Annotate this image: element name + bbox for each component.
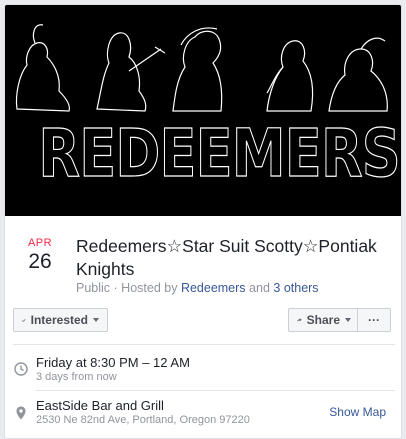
chevron-down-icon xyxy=(345,318,351,322)
map-pin-icon xyxy=(16,406,26,420)
show-map-link[interactable]: Show Map xyxy=(329,405,386,419)
interested-label: Interested xyxy=(30,313,88,327)
more-options-button[interactable]: ··· xyxy=(357,308,391,332)
event-title[interactable]: Redeemers☆Star Suit Scotty☆Pontiak Knigh… xyxy=(76,235,396,281)
hosted-by-text: · Hosted by xyxy=(113,281,178,295)
event-date: APR 26 xyxy=(17,237,63,275)
event-date-day: 26 xyxy=(28,250,52,273)
venue-name[interactable]: EastSide Bar and Grill xyxy=(36,398,164,413)
share-arrow-icon xyxy=(297,318,302,322)
event-privacy: Public xyxy=(76,281,111,295)
checkmark-icon xyxy=(22,318,26,322)
other-hosts-link[interactable]: 3 others xyxy=(273,281,318,295)
clock-icon xyxy=(14,362,28,376)
event-card: REDEEMERS APR 26 Redeemers☆Star Suit Sco… xyxy=(4,4,402,439)
divider xyxy=(13,344,395,345)
event-date-month: APR xyxy=(27,237,53,249)
divider xyxy=(36,390,395,391)
event-time-relative: 3 days from now xyxy=(36,371,117,383)
event-cover-photo[interactable]: REDEEMERS xyxy=(5,5,401,216)
and-text: and xyxy=(249,281,270,295)
share-label: Share xyxy=(306,313,340,327)
event-time: Friday at 8:30 PM – 12 AM xyxy=(36,355,190,370)
interested-button[interactable]: Interested xyxy=(13,308,108,332)
more-options-icon: ··· xyxy=(368,313,380,327)
venue-address: 2530 Ne 82nd Ave, Portland, Oregon 97220 xyxy=(36,414,250,426)
cover-band-name: REDEEMERS xyxy=(38,115,401,192)
event-meta: Public · Hosted by Redeemers and 3 other… xyxy=(76,281,319,295)
chevron-down-icon xyxy=(93,318,99,322)
host-link[interactable]: Redeemers xyxy=(181,281,246,295)
share-button[interactable]: Share xyxy=(288,308,360,332)
band-silhouettes xyxy=(15,24,388,112)
